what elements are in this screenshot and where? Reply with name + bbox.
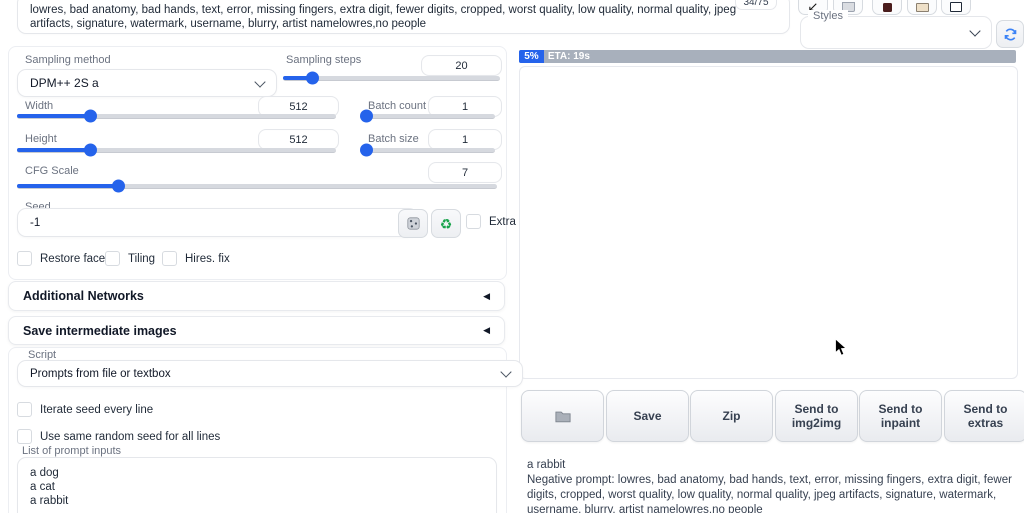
- script-select[interactable]: Prompts from file or textbox: [17, 360, 523, 387]
- collapse-arrow-icon: ◀: [483, 290, 490, 301]
- sampling-method-label: Sampling method: [25, 54, 111, 66]
- zip-button[interactable]: Zip: [690, 390, 773, 442]
- restore-faces-checkbox[interactable]: [17, 251, 32, 266]
- collapse-arrow-icon: ◀: [483, 325, 490, 335]
- prompt-list-input[interactable]: a dog a cat a rabbit: [17, 457, 497, 513]
- extra-networks-button[interactable]: [872, 0, 902, 15]
- recycle-icon: ♻: [439, 215, 453, 232]
- styles-label: Styles: [808, 10, 848, 22]
- save-style-button[interactable]: [941, 0, 971, 15]
- extra-label: Extra: [489, 215, 516, 228]
- styles-refresh-button[interactable]: [996, 20, 1024, 48]
- tiling-label: Tiling: [128, 252, 156, 265]
- folder-icon: [554, 411, 571, 422]
- cfg-scale-label: CFG Scale: [25, 165, 79, 177]
- save-icon: [950, 2, 962, 12]
- random-seed-button[interactable]: [398, 209, 428, 238]
- seed-input[interactable]: -1: [17, 208, 418, 237]
- seed-value: -1: [30, 216, 41, 229]
- iterate-seed-label: Iterate seed every line: [40, 403, 154, 416]
- progress-bar: 5% ETA: 19s: [519, 50, 1016, 63]
- height-slider[interactable]: [17, 143, 336, 157]
- hires-fix-option[interactable]: Hires. fix: [162, 251, 230, 266]
- restore-faces-label: Restore faces: [40, 252, 111, 265]
- restore-faces-option[interactable]: Restore faces: [17, 251, 111, 266]
- progress-fill: 5%: [519, 50, 544, 63]
- generation-info: a rabbit Negative prompt: lowres, bad an…: [527, 458, 1015, 513]
- token-counter: 34/75: [735, 0, 777, 10]
- reuse-seed-button[interactable]: ♻: [431, 209, 461, 238]
- save-intermediate-accordion[interactable]: Save intermediate images ◀: [8, 316, 505, 345]
- save-intermediate-title: Save intermediate images: [23, 323, 177, 338]
- same-seed-label: Use same random seed for all lines: [40, 430, 221, 443]
- sampling-steps-slider[interactable]: [283, 71, 500, 85]
- send-to-inpaint-button[interactable]: Send to inpaint: [859, 390, 942, 442]
- txt2img-page: lowres, bad anatomy, bad hands, text, er…: [0, 0, 1024, 513]
- generation-info-prompt: a rabbit: [527, 459, 566, 471]
- refresh-icon: [1004, 28, 1016, 40]
- tiling-checkbox[interactable]: [105, 251, 120, 266]
- prompt-list-label: List of prompt inputs: [22, 445, 122, 457]
- iterate-seed-checkbox[interactable]: [17, 402, 32, 417]
- chevron-down-icon: [254, 75, 266, 88]
- mouse-cursor: [835, 338, 847, 356]
- dice-icon: [406, 217, 420, 230]
- script-value: Prompts from file or textbox: [30, 367, 171, 380]
- iterate-seed-option[interactable]: Iterate seed every line: [17, 402, 153, 417]
- progress-percent: 5%: [524, 51, 539, 62]
- additional-networks-title: Additional Networks: [23, 289, 144, 303]
- batch-count-slider[interactable]: [359, 109, 495, 123]
- open-folder-button[interactable]: [521, 390, 604, 442]
- batch-size-slider[interactable]: [359, 143, 495, 157]
- sampling-method-value: DPM++ 2S a: [30, 76, 99, 90]
- apply-style-button[interactable]: [907, 0, 937, 15]
- width-slider[interactable]: [17, 109, 336, 123]
- progress-eta: ETA: 19s: [547, 51, 590, 62]
- generation-info-negative: Negative prompt: lowres, bad anatomy, ba…: [527, 474, 1012, 513]
- extra-seed-option[interactable]: Extra: [466, 214, 516, 229]
- negative-prompt-input[interactable]: lowres, bad anatomy, bad hands, text, er…: [17, 0, 790, 34]
- chevron-down-icon: [969, 25, 981, 37]
- clipboard-icon: [915, 3, 929, 12]
- send-to-img2img-button[interactable]: Send to img2img: [775, 390, 858, 442]
- send-to-extras-button[interactable]: Send to extras: [944, 390, 1024, 442]
- sampling-steps-label: Sampling steps: [286, 54, 362, 66]
- same-seed-option[interactable]: Use same random seed for all lines: [17, 429, 220, 444]
- save-button[interactable]: Save: [606, 390, 689, 442]
- tiling-option[interactable]: Tiling: [105, 251, 155, 266]
- hires-fix-checkbox[interactable]: [162, 251, 177, 266]
- hires-fix-label: Hires. fix: [185, 252, 230, 265]
- output-gallery[interactable]: [519, 66, 1018, 379]
- chevron-down-icon: [500, 366, 512, 378]
- cfg-scale-slider[interactable]: [17, 179, 497, 193]
- same-seed-checkbox[interactable]: [17, 429, 32, 444]
- extra-checkbox[interactable]: [466, 214, 481, 229]
- card-icon: [882, 3, 892, 12]
- additional-networks-accordion[interactable]: Additional Networks ◀: [8, 281, 505, 311]
- sampling-method-select[interactable]: DPM++ 2S a: [17, 69, 277, 97]
